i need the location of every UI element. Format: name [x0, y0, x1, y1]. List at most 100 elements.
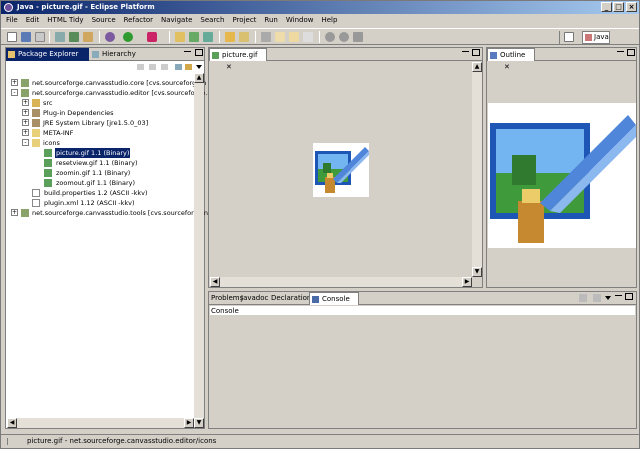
- reset-view-icon[interactable]: [353, 32, 363, 42]
- zoom-in-icon[interactable]: [325, 32, 335, 42]
- previous-annotation-icon[interactable]: [275, 32, 285, 42]
- view-menu-icon[interactable]: [196, 65, 202, 69]
- menu-search[interactable]: Search: [196, 14, 228, 27]
- collapse-icon[interactable]: -: [22, 139, 29, 146]
- tab-declaration[interactable]: Declaration: [269, 292, 312, 305]
- maximize-view-icon[interactable]: [627, 49, 635, 56]
- tab-outline[interactable]: Outline ✕: [487, 48, 535, 71]
- minimize-view-icon[interactable]: [617, 51, 624, 52]
- collapse-icon[interactable]: -: [11, 89, 18, 96]
- console-icon: [312, 296, 319, 303]
- pin-console-icon[interactable]: [579, 294, 587, 302]
- expand-icon[interactable]: +: [11, 79, 18, 86]
- tab-package-explorer-label: Package Explorer: [18, 50, 79, 58]
- scroll-down-icon[interactable]: ▼: [194, 418, 204, 428]
- editor-hscrollbar[interactable]: ◀ ▶: [210, 277, 472, 287]
- maximize-button[interactable]: □: [613, 2, 624, 12]
- maximize-view-icon[interactable]: [195, 49, 203, 56]
- expand-icon[interactable]: +: [11, 209, 18, 216]
- menu-file[interactable]: File: [1, 14, 22, 27]
- menu-refactor[interactable]: Refactor: [120, 14, 157, 27]
- editor-vscrollbar[interactable]: ▲ ▼: [472, 62, 482, 277]
- minimize-view-icon[interactable]: [615, 295, 622, 296]
- menu-run[interactable]: Run: [260, 14, 281, 27]
- minimize-view-icon[interactable]: [184, 51, 191, 52]
- print-icon[interactable]: [35, 32, 45, 42]
- menu-source[interactable]: Source: [88, 14, 120, 27]
- library-icon: [32, 109, 40, 117]
- expand-icon[interactable]: +: [22, 99, 29, 106]
- tab-javadoc[interactable]: Javadoc: [239, 292, 269, 305]
- maximize-view-icon[interactable]: [625, 293, 633, 300]
- menu-help[interactable]: Help: [317, 14, 341, 27]
- forward-nav-icon[interactable]: [149, 64, 156, 70]
- toggle-mark-occurrences-icon[interactable]: [239, 32, 249, 42]
- link-with-editor-icon[interactable]: [185, 64, 192, 70]
- scroll-right-icon[interactable]: ▶: [462, 277, 472, 287]
- menu-navigate[interactable]: Navigate: [157, 14, 196, 27]
- tab-picture-gif[interactable]: picture.gif ✕: [209, 48, 267, 71]
- java-perspective-button[interactable]: Java: [582, 31, 610, 44]
- package-explorer-vscrollbar[interactable]: ▲ ▼: [194, 73, 204, 428]
- scroll-up-icon[interactable]: ▲: [472, 62, 482, 72]
- menu-project[interactable]: Project: [228, 14, 260, 27]
- new-icon[interactable]: [7, 32, 17, 42]
- forward-icon[interactable]: [303, 32, 313, 42]
- new-java-project-icon[interactable]: [69, 32, 79, 42]
- new-package-icon[interactable]: [83, 32, 93, 42]
- display-console-icon[interactable]: [593, 294, 601, 302]
- tab-package-explorer[interactable]: Package Explorer✕: [6, 48, 89, 70]
- image-file-icon: [44, 149, 52, 157]
- tab-console-label: Console: [322, 295, 350, 303]
- library-icon: [32, 119, 40, 127]
- minimize-view-icon[interactable]: [462, 51, 469, 52]
- tab-console[interactable]: Console✕: [309, 292, 359, 315]
- open-type-icon[interactable]: [175, 32, 185, 42]
- save-icon[interactable]: [21, 32, 31, 42]
- up-nav-icon[interactable]: [161, 64, 168, 70]
- view-menu-icon[interactable]: [605, 296, 611, 300]
- menu-edit[interactable]: Edit: [22, 14, 44, 27]
- image-file-icon: [44, 169, 52, 177]
- save-all-icon[interactable]: [55, 32, 65, 42]
- back-nav-icon[interactable]: [137, 64, 144, 70]
- scroll-up-icon[interactable]: ▲: [194, 73, 204, 83]
- scroll-right-icon[interactable]: ▶: [184, 418, 194, 428]
- external-tools-icon[interactable]: [147, 32, 157, 42]
- close-icon[interactable]: ✕: [504, 61, 510, 73]
- collapse-all-icon[interactable]: [175, 64, 182, 70]
- minimize-button[interactable]: _: [601, 2, 612, 12]
- expand-icon[interactable]: +: [22, 129, 29, 136]
- expand-icon[interactable]: +: [22, 119, 29, 126]
- next-annotation-icon[interactable]: [261, 32, 271, 42]
- folder-icon: [32, 139, 40, 147]
- tab-hierarchy[interactable]: Hierarchy: [90, 48, 140, 61]
- status-separator: [7, 438, 8, 445]
- run-icon[interactable]: [123, 32, 133, 42]
- expand-icon[interactable]: +: [22, 109, 29, 116]
- close-button[interactable]: ×: [626, 2, 637, 12]
- open-task-icon[interactable]: [203, 32, 213, 42]
- new-class-icon[interactable]: [189, 32, 199, 42]
- outline-preview: [488, 103, 636, 248]
- tab-declaration-label: Declaration: [271, 294, 312, 302]
- scroll-down-icon[interactable]: ▼: [472, 267, 482, 277]
- menu-html-tidy[interactable]: HTML Tidy: [43, 14, 87, 27]
- maximize-view-icon[interactable]: [472, 49, 480, 56]
- close-icon[interactable]: ✕: [226, 61, 232, 73]
- outline-panel: Outline ✕: [486, 47, 637, 288]
- package-explorer-hscrollbar[interactable]: ◀ ▶: [7, 418, 194, 428]
- open-perspective-icon[interactable]: [564, 32, 574, 42]
- console-label: Console: [210, 306, 635, 316]
- debug-icon[interactable]: [105, 32, 115, 42]
- tab-problems[interactable]: Problems: [209, 292, 243, 305]
- search-icon[interactable]: [225, 32, 235, 42]
- scroll-left-icon[interactable]: ◀: [210, 277, 220, 287]
- title-bar[interactable]: Java - picture.gif - Eclipse Platform _ …: [1, 1, 639, 14]
- zoom-out-icon[interactable]: [339, 32, 349, 42]
- scroll-left-icon[interactable]: ◀: [7, 418, 17, 428]
- tree-node-label: zoomin.gif 1.1 (Binary): [56, 169, 131, 177]
- back-icon[interactable]: [289, 32, 299, 42]
- package-folder-icon: [32, 99, 40, 107]
- menu-window[interactable]: Window: [282, 14, 318, 27]
